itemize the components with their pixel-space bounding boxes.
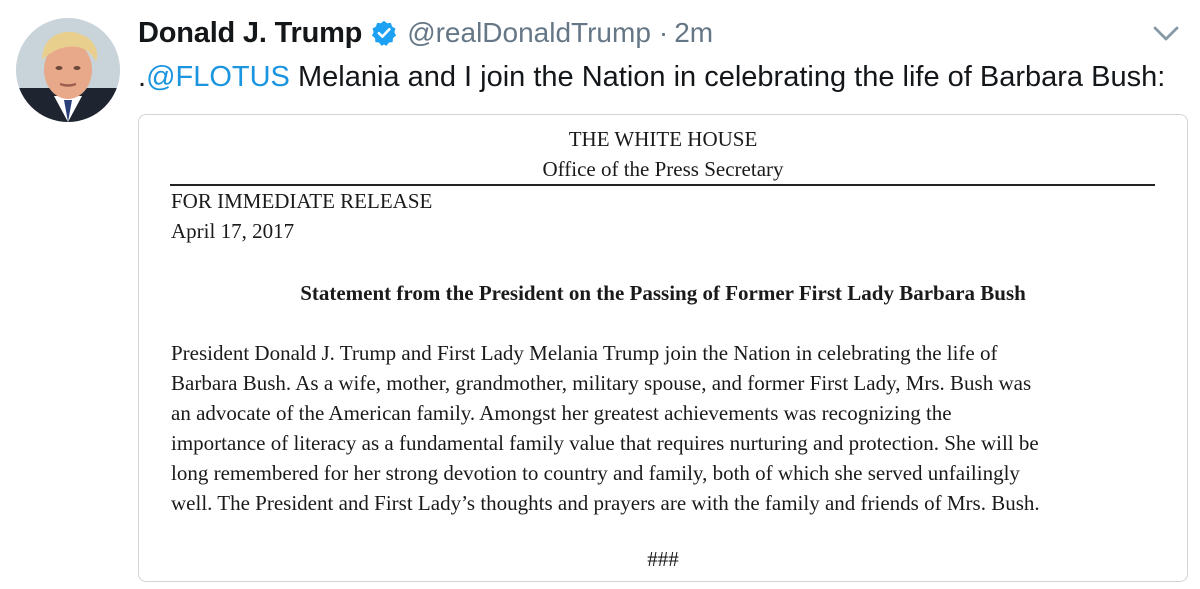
separator-dot: · [658, 17, 669, 48]
body-line: President Donald J. Trump and First Lady… [171, 341, 998, 365]
body-line: importance of literacy as a fundamental … [171, 431, 1039, 455]
attached-image-card[interactable]: THE WHITE HOUSE Office of the Press Secr… [138, 114, 1188, 582]
body-line: long remembered for her strong devotion … [171, 461, 1020, 485]
display-name[interactable]: Donald J. Trump [138, 17, 362, 50]
body-line: well. The President and First Lady’s tho… [171, 491, 1040, 515]
handle[interactable]: @realDonaldTrump [407, 17, 651, 49]
tweet-text: .@FLOTUS Melania and I join the Nation i… [138, 58, 1165, 96]
document-office: Office of the Press Secretary [542, 157, 784, 181]
document-title: Statement from the President on the Pass… [300, 281, 1026, 305]
end-mark: ### [647, 547, 679, 571]
mention-link[interactable]: @FLOTUS [146, 61, 290, 93]
tweet-timestamp[interactable]: 2m [674, 17, 713, 49]
tweet-header: Donald J. Trump @realDonaldTrump · 2m [138, 14, 713, 52]
body-line: Barbara Bush. As a wife, mother, grandmo… [171, 371, 1032, 395]
document-org: THE WHITE HOUSE [568, 127, 758, 151]
tweet-text-body: Melania and I join the Nation in celebra… [289, 61, 1166, 93]
release-label: FOR IMMEDIATE RELEASE [171, 189, 433, 213]
body-line: an advocate of the American family. Amon… [171, 401, 952, 425]
verified-badge-icon [370, 19, 398, 47]
document-divider [170, 184, 1155, 186]
release-date: April 17, 2017 [171, 219, 295, 243]
avatar-image [16, 18, 120, 122]
profile-avatar[interactable] [16, 18, 120, 122]
tweet-text-prefix: . [138, 61, 147, 93]
press-release-document: THE WHITE HOUSE Office of the Press Secr… [139, 115, 1187, 581]
chevron-down-icon[interactable] [1150, 20, 1182, 46]
tweet: Donald J. Trump @realDonaldTrump · 2m .@… [0, 0, 1200, 589]
